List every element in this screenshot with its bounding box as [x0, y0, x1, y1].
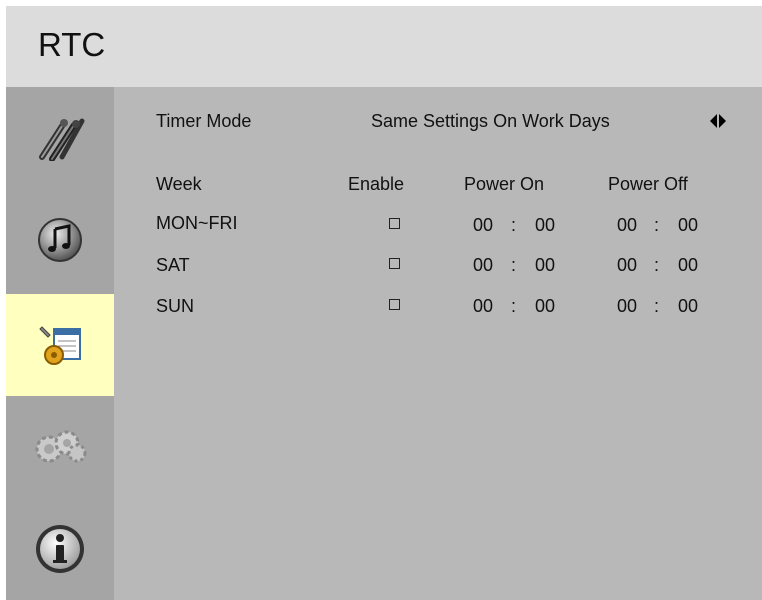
power-off-hour[interactable]: 00 [617, 255, 637, 276]
sidebar [6, 87, 114, 600]
time-separator: : [654, 255, 660, 275]
power-off-minute[interactable]: 00 [678, 215, 698, 236]
settings-calendar-icon [34, 319, 86, 371]
time-separator: : [511, 215, 517, 235]
main-content: Timer Mode Same Settings On Work Days We… [114, 87, 762, 600]
time-separator: : [654, 296, 660, 316]
time-separator: : [511, 296, 517, 316]
column-header-power-off: Power Off [608, 174, 688, 194]
timer-mode-value[interactable]: Same Settings On Work Days [371, 111, 610, 132]
sidebar-item-info[interactable] [6, 498, 114, 600]
power-on-hour[interactable]: 00 [473, 296, 493, 317]
column-header-enable: Enable [348, 174, 405, 194]
power-off-minute[interactable]: 00 [678, 296, 698, 317]
sidebar-item-audio[interactable] [6, 189, 114, 291]
gears-icon [33, 427, 87, 467]
row-day: SUN [156, 296, 195, 316]
timer-mode-label: Timer Mode [156, 111, 252, 131]
row-day: SAT [156, 255, 190, 275]
info-icon [33, 522, 87, 576]
time-separator: : [654, 215, 660, 235]
enable-checkbox[interactable] [389, 299, 400, 310]
power-on-hour[interactable]: 00 [473, 255, 493, 276]
wrench-tools-icon [34, 115, 86, 161]
power-on-minute[interactable]: 00 [535, 296, 555, 317]
power-off-minute[interactable]: 00 [678, 255, 698, 276]
row-day: MON~FRI [156, 213, 238, 233]
header-bar: RTC [6, 6, 762, 87]
sidebar-item-tools[interactable] [6, 87, 114, 189]
column-header-power-on: Power On [464, 174, 545, 194]
left-right-arrow-icon[interactable] [710, 114, 726, 133]
music-note-icon [35, 215, 85, 265]
sidebar-item-rtc[interactable] [6, 294, 114, 396]
sidebar-item-system[interactable] [6, 396, 114, 498]
power-on-hour[interactable]: 00 [473, 215, 493, 236]
page-title: RTC [38, 26, 106, 63]
power-off-hour[interactable]: 00 [617, 215, 637, 236]
power-off-hour[interactable]: 00 [617, 296, 637, 317]
power-on-minute[interactable]: 00 [535, 215, 555, 236]
rtc-screen: RTC Timer Mode Same Settings On Work Day… [0, 0, 762, 600]
power-on-minute[interactable]: 00 [535, 255, 555, 276]
enable-checkbox[interactable] [389, 258, 400, 269]
time-separator: : [511, 255, 517, 275]
column-header-week: Week [156, 174, 202, 194]
enable-checkbox[interactable] [389, 218, 400, 229]
